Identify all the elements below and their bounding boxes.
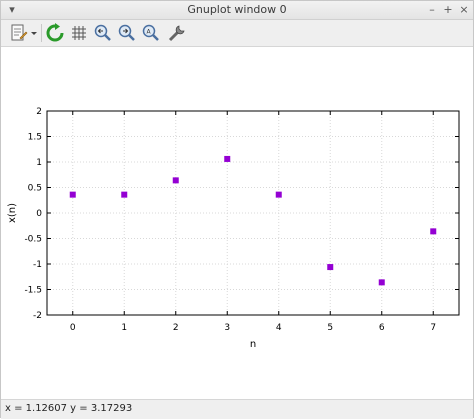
data-point (327, 264, 334, 271)
toolbar-separator (41, 24, 42, 42)
cursor-coordinates: x = 1.12607 y = 3.17293 (5, 403, 133, 414)
x-axis-label: n (250, 339, 256, 350)
x-tick-label: 2 (173, 323, 179, 333)
y-tick-label: -1.5 (24, 286, 42, 296)
y-tick-label: -2 (33, 311, 42, 321)
x-tick-label: 6 (379, 323, 385, 333)
toolbar: A (1, 20, 473, 47)
grid-icon[interactable] (69, 23, 89, 43)
x-tick-label: 5 (327, 323, 333, 333)
replot-icon[interactable] (45, 23, 65, 43)
grid-lines (47, 110, 459, 316)
data-point (121, 191, 128, 198)
autoscale-icon[interactable]: A (141, 23, 161, 43)
data-point (275, 191, 282, 198)
y-tick-label: -1 (33, 260, 42, 270)
copy-to-clipboard-icon[interactable] (9, 23, 29, 43)
plot-frame (46, 110, 460, 316)
x-tick-label: 4 (276, 323, 282, 333)
x-tick-label: 7 (430, 323, 436, 333)
x-tick-label: 0 (70, 323, 76, 333)
window-title: Gnuplot window 0 (187, 3, 287, 16)
title-bar[interactable]: ▾ Gnuplot window 0 – + × (1, 1, 473, 20)
scatter-chart[interactable]: 0 1 2 3 4 5 6 7 -2 -1.5 -1 -0.5 0 0.5 1 1.5 2 n x(n) (1, 47, 473, 399)
status-bar: x = 1.12607 y = 3.17293 (1, 399, 473, 419)
x-tick-label: 3 (224, 323, 230, 333)
y-tick-label: 1.5 (28, 133, 42, 143)
maximize-button[interactable]: + (441, 3, 455, 17)
y-tick-label: 1 (36, 158, 42, 168)
y-tick-label: 2 (36, 107, 42, 117)
data-point (224, 155, 231, 162)
data-point (69, 191, 76, 198)
data-point (430, 228, 437, 235)
minimize-button[interactable]: – (425, 3, 439, 17)
close-button[interactable]: × (457, 3, 471, 17)
zoom-next-icon[interactable] (117, 23, 137, 43)
data-point (378, 279, 385, 286)
y-tick-label: -0.5 (24, 235, 42, 245)
y-axis-label: x(n) (7, 203, 18, 223)
gnuplot-window: ▾ Gnuplot window 0 – + × A 0 1 2 3 4 5 6… (0, 0, 474, 419)
y-tick-label: 0 (36, 209, 42, 219)
zoom-previous-icon[interactable] (93, 23, 113, 43)
dropdown-arrow-icon[interactable] (29, 23, 39, 43)
options-icon[interactable] (167, 23, 187, 43)
y-tick-label: 0.5 (28, 184, 42, 194)
x-tick-label: 1 (121, 323, 127, 333)
data-points (69, 155, 437, 286)
axis-ticks: 0 1 2 3 4 5 6 7 -2 -1.5 -1 -0.5 0 0.5 1 1.5 2 (24, 107, 459, 333)
data-point (172, 177, 179, 184)
plot-area[interactable]: 0 1 2 3 4 5 6 7 -2 -1.5 -1 -0.5 0 0.5 1 1.5 2 n x(n) (1, 47, 473, 399)
